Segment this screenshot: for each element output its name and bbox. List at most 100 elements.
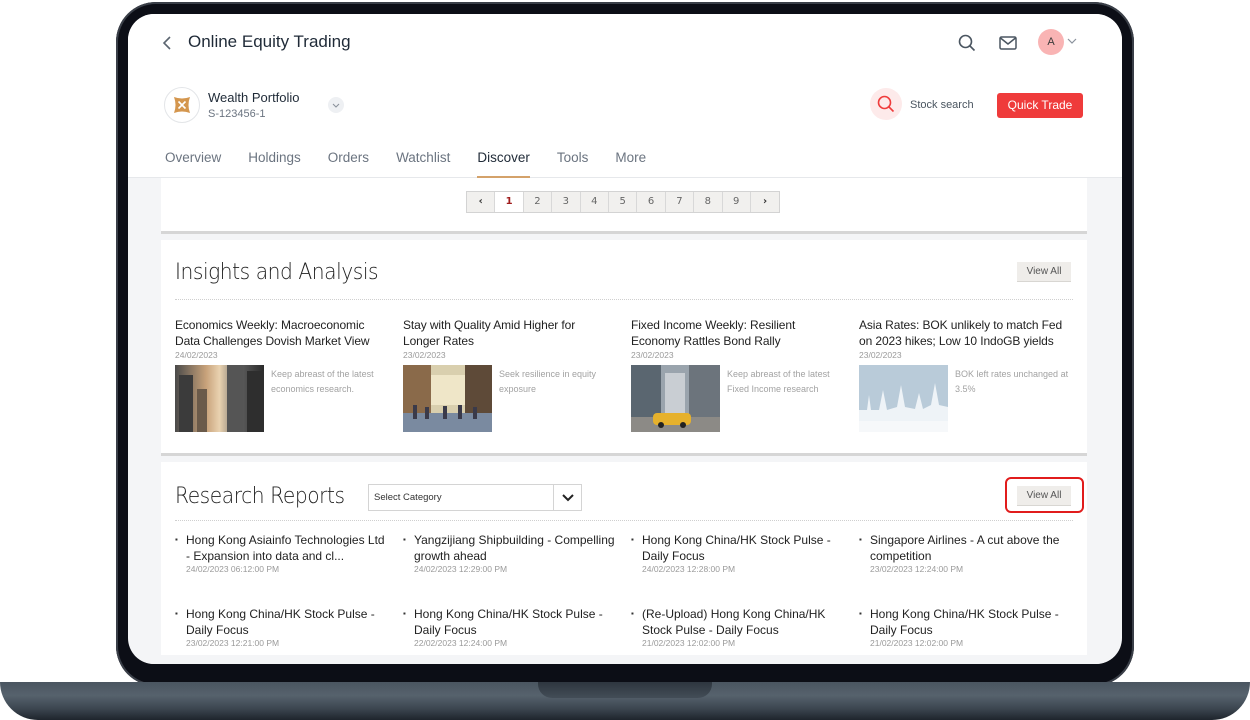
city-street-crowd-image[interactable]	[403, 365, 492, 432]
pagination-prev[interactable]: ‹	[467, 192, 496, 212]
report-title[interactable]: Hong Kong China/HK Stock Pulse - Daily F…	[175, 606, 387, 638]
report-title[interactable]: Hong Kong China/HK Stock Pulse - Daily F…	[631, 532, 843, 564]
chevron-down-icon	[562, 494, 574, 502]
divider	[175, 520, 1073, 521]
stock-search-label[interactable]: Stock search	[910, 99, 974, 111]
insight-description: Keep abreast of the latest economics res…	[271, 369, 374, 394]
page-6[interactable]: 6	[637, 192, 666, 212]
search-icon	[877, 95, 895, 113]
category-select-value: Select Category	[374, 492, 442, 503]
page-1[interactable]: 1	[495, 192, 524, 212]
insight-card: Fixed Income Weekly: Resilient Economy R…	[631, 317, 843, 432]
insight-title[interactable]: Stay with Quality Amid Higher for Longer…	[403, 317, 615, 349]
insight-date: 23/02/2023	[403, 350, 446, 360]
main-tabs: Overview Holdings Orders Watchlist Disco…	[165, 150, 673, 178]
page-7[interactable]: 7	[665, 192, 695, 212]
insight-card: Economics Weekly: Macroeconomic Data Cha…	[175, 317, 387, 432]
chevron-left-icon	[162, 36, 171, 50]
insight-card: Asia Rates: BOK unlikely to match Fed on…	[859, 317, 1071, 432]
report-item: Yangzijiang Shipbuilding - Compelling gr…	[403, 532, 615, 574]
highlight-annotation	[1005, 477, 1084, 513]
insight-date: 23/02/2023	[631, 350, 674, 360]
tab-more[interactable]: More	[615, 150, 646, 178]
insight-title[interactable]: Asia Rates: BOK unlikely to match Fed on…	[859, 317, 1071, 349]
user-avatar[interactable]: A	[1038, 29, 1064, 55]
page-8[interactable]: 8	[694, 192, 723, 212]
report-date: 24/02/2023 12:29:00 PM	[414, 564, 508, 574]
insight-card: Stay with Quality Amid Higher for Longer…	[403, 317, 615, 432]
report-date: 21/02/2023 12:02:00 PM	[870, 638, 964, 648]
pagination-panel: ‹ 1 2 3 4 5 6 7 8 9 ›	[161, 178, 1087, 234]
tab-discover[interactable]: Discover	[477, 150, 530, 178]
insight-date: 23/02/2023	[859, 350, 902, 360]
page-4[interactable]: 4	[580, 192, 609, 212]
tab-orders[interactable]: Orders	[328, 150, 369, 178]
report-item: Hong Kong Asiainfo Technologies Ltd - Ex…	[175, 532, 387, 574]
insight-description: BOK left rates unchanged at 3.5%	[955, 369, 1069, 394]
search-button[interactable]	[956, 32, 978, 54]
insight-title[interactable]: Economics Weekly: Macroeconomic Data Cha…	[175, 317, 387, 349]
report-date: 24/02/2023 06:12:00 PM	[186, 564, 280, 574]
report-date: 23/02/2023 12:21:00 PM	[186, 638, 280, 648]
report-date: 24/02/2023 12:28:00 PM	[642, 564, 736, 574]
insights-title: Insights and Analysis	[175, 260, 379, 285]
insight-date: 24/02/2023	[175, 350, 218, 360]
report-date: 22/02/2023 12:24:00 PM	[414, 638, 508, 648]
bank-logo-icon	[174, 97, 190, 113]
back-button[interactable]	[160, 32, 176, 54]
insights-view-all-button[interactable]: View All	[1017, 262, 1071, 282]
app-header: Online Equity Trading A Wealth Portfolio…	[128, 14, 1122, 178]
report-item: (Re-Upload) Hong Kong China/HK Stock Pul…	[631, 606, 843, 648]
insights-section: Insights and Analysis View All Economics…	[161, 240, 1087, 456]
page-9[interactable]: 9	[722, 192, 751, 212]
avatar-menu-toggle[interactable]	[1066, 34, 1078, 46]
tab-watchlist[interactable]: Watchlist	[396, 150, 450, 178]
chevron-down-icon	[1067, 38, 1077, 44]
insight-title[interactable]: Fixed Income Weekly: Resilient Economy R…	[631, 317, 843, 349]
stock-search-button[interactable]	[870, 88, 902, 120]
report-item: Hong Kong China/HK Stock Pulse - Daily F…	[175, 606, 387, 648]
paper-skyline-image[interactable]	[859, 365, 948, 432]
chevron-down-icon	[332, 103, 340, 108]
insight-description: Seek resilience in equity exposure	[499, 369, 597, 394]
report-title[interactable]: (Re-Upload) Hong Kong China/HK Stock Pul…	[631, 606, 843, 638]
portfolio-logo	[164, 87, 200, 123]
tab-overview[interactable]: Overview	[165, 150, 221, 178]
portfolio-switcher[interactable]	[328, 97, 344, 113]
yellow-taxi-street-image[interactable]	[631, 365, 720, 432]
page-2[interactable]: 2	[523, 192, 553, 212]
category-select-toggle[interactable]	[553, 485, 581, 510]
report-title[interactable]: Hong Kong Asiainfo Technologies Ltd - Ex…	[175, 532, 387, 564]
app-title: Online Equity Trading	[188, 32, 351, 51]
research-reports-section: Research Reports Select Category View Al…	[161, 462, 1087, 664]
report-date: 21/02/2023 12:02:00 PM	[642, 638, 736, 648]
report-date: 23/02/2023 12:24:00 PM	[870, 564, 964, 574]
divider	[175, 299, 1073, 300]
report-item: Singapore Airlines - A cut above the com…	[859, 532, 1071, 574]
search-icon	[958, 34, 976, 52]
report-title[interactable]: Hong Kong China/HK Stock Pulse - Daily F…	[403, 606, 615, 638]
report-title[interactable]: Hong Kong China/HK Stock Pulse - Daily F…	[859, 606, 1071, 638]
portfolio-id: S-123456-1	[208, 108, 266, 120]
mail-button[interactable]	[997, 32, 1019, 54]
laptop-screen: Online Equity Trading A Wealth Portfolio…	[128, 14, 1122, 664]
report-title[interactable]: Yangzijiang Shipbuilding - Compelling gr…	[403, 532, 615, 564]
portfolio-name: Wealth Portfolio	[208, 90, 300, 105]
report-item: Hong Kong China/HK Stock Pulse - Daily F…	[859, 606, 1071, 648]
report-item: Hong Kong China/HK Stock Pulse - Daily F…	[631, 532, 843, 574]
tab-tools[interactable]: Tools	[557, 150, 589, 178]
city-skyscrapers-image[interactable]	[175, 365, 264, 432]
report-item: Hong Kong China/HK Stock Pulse - Daily F…	[403, 606, 615, 648]
page-5[interactable]: 5	[608, 192, 638, 212]
category-select[interactable]: Select Category	[368, 484, 582, 511]
mail-icon	[999, 36, 1017, 50]
page-3[interactable]: 3	[552, 192, 581, 212]
laptop-notch	[538, 682, 712, 698]
screen-bottom-edge	[128, 655, 1122, 664]
report-title[interactable]: Singapore Airlines - A cut above the com…	[859, 532, 1071, 564]
pagination-next[interactable]: ›	[750, 192, 780, 212]
reports-title: Research Reports	[175, 484, 345, 509]
tab-holdings[interactable]: Holdings	[248, 150, 301, 178]
pagination: ‹ 1 2 3 4 5 6 7 8 9 ›	[466, 191, 781, 213]
quick-trade-button[interactable]: Quick Trade	[997, 93, 1083, 118]
